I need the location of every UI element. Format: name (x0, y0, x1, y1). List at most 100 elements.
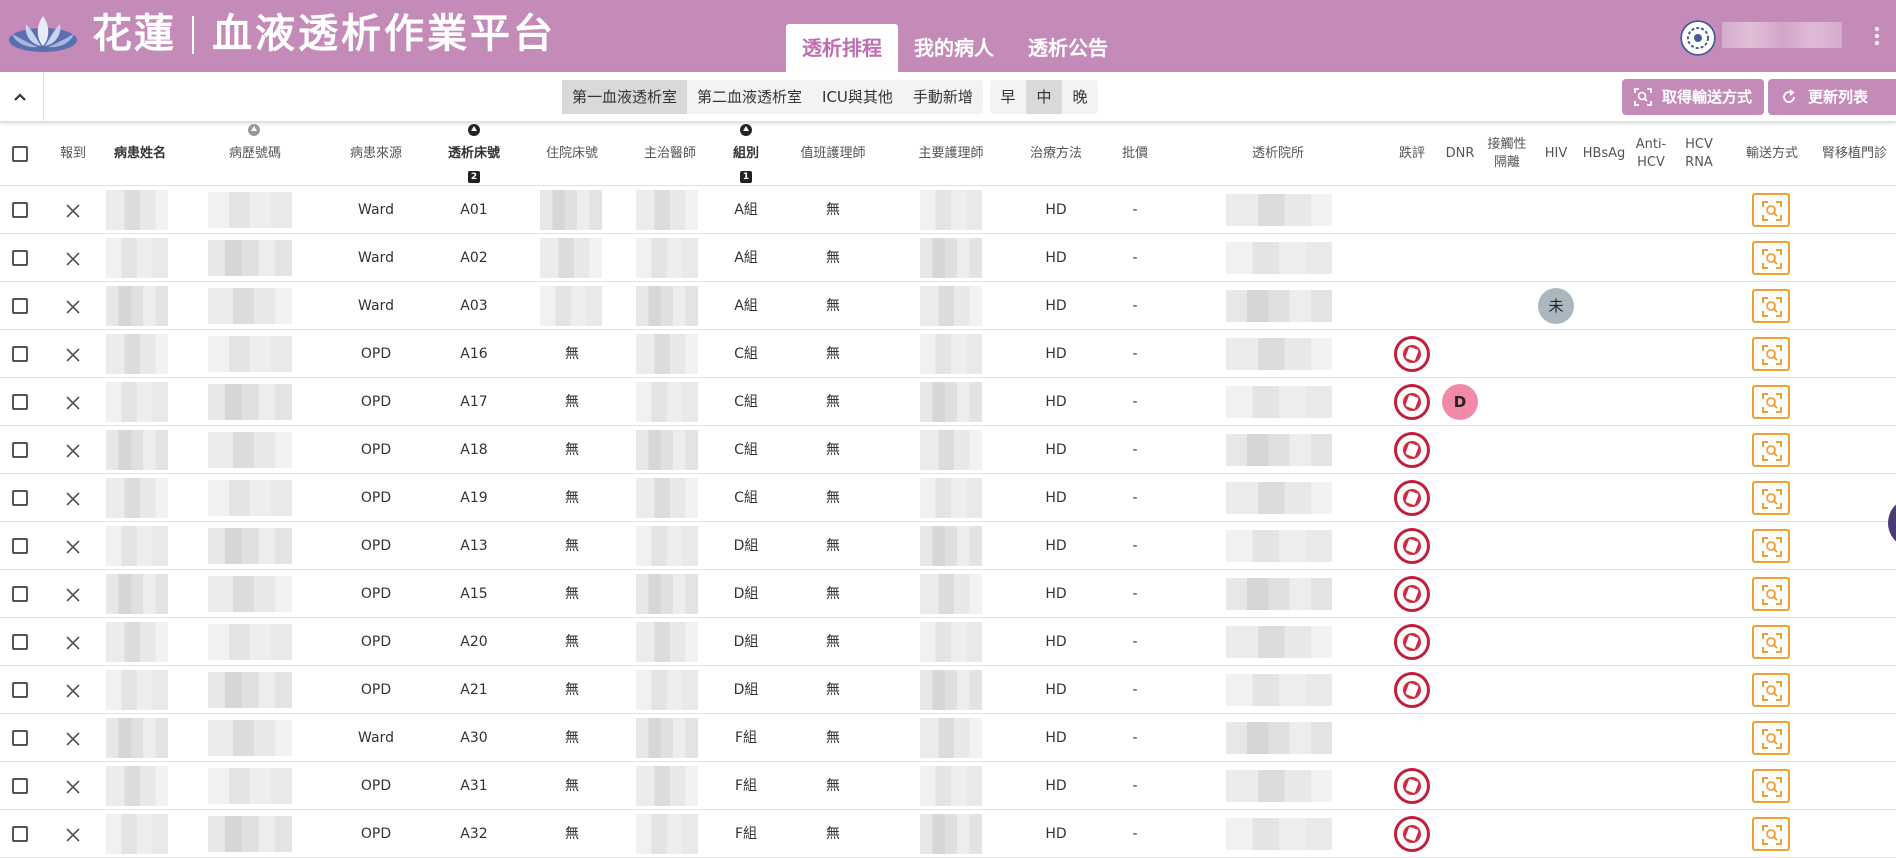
row-checkbox[interactable] (12, 250, 28, 266)
room-second-dialysis[interactable]: 第二血液透析室 (687, 80, 812, 114)
col-isolation[interactable]: 接觸性隔離 (1486, 122, 1528, 186)
transport-lookup-button[interactable] (1752, 385, 1790, 419)
col-fall[interactable]: 跌評 (1392, 122, 1432, 186)
billing-cell: - (1132, 394, 1138, 410)
report-toggle[interactable] (64, 538, 82, 556)
row-checkbox[interactable] (12, 634, 28, 650)
report-toggle[interactable] (64, 442, 82, 460)
shift-morning[interactable]: 早 (990, 80, 1026, 114)
report-toggle[interactable] (64, 826, 82, 844)
select-all-checkbox[interactable] (12, 146, 28, 162)
transport-lookup-button[interactable] (1752, 625, 1790, 659)
user-avatar[interactable] (1680, 20, 1716, 56)
col-hiv[interactable]: HIV (1536, 122, 1576, 186)
ward-bed-blurred (540, 238, 602, 278)
col-dnr[interactable]: DNR (1440, 122, 1480, 186)
room-manual-add[interactable]: 手動新增 (903, 80, 983, 114)
source-cell: OPD (360, 346, 392, 362)
transport-lookup-button[interactable] (1752, 769, 1790, 803)
report-toggle[interactable] (64, 634, 82, 652)
report-toggle[interactable] (64, 298, 82, 316)
col-hcv-rna[interactable]: HCV RNA (1678, 122, 1720, 186)
chart-no-blurred (208, 336, 292, 372)
billing-cell: - (1132, 538, 1138, 554)
row-checkbox[interactable] (12, 442, 28, 458)
col-source[interactable]: 病患來源 (330, 122, 422, 186)
col-hospital[interactable]: 透析院所 (1228, 122, 1328, 186)
chart-no-blurred (208, 816, 292, 852)
row-checkbox[interactable] (12, 346, 28, 362)
col-patient-name[interactable]: 病患姓名 (100, 122, 180, 186)
tab-my-patients[interactable]: 我的病人 (898, 24, 1010, 72)
col-billing[interactable]: 批價 (1110, 122, 1160, 186)
col-ward-bed[interactable]: 住院床號 (530, 122, 614, 186)
shift-evening[interactable]: 晚 (1062, 80, 1098, 114)
scan-search-icon (1762, 297, 1782, 317)
doctor-blurred (636, 670, 698, 710)
col-treatment[interactable]: 治療方法 (1020, 122, 1092, 186)
primary-nurse-blurred (920, 334, 982, 374)
get-transport-label: 取得輸送方式 (1662, 88, 1753, 106)
tab-announcements[interactable]: 透析公告 (1012, 24, 1124, 72)
row-checkbox[interactable] (12, 298, 28, 314)
billing-cell: - (1132, 730, 1138, 746)
report-toggle[interactable] (64, 250, 82, 268)
row-checkbox[interactable] (12, 202, 28, 218)
billing-cell: - (1132, 442, 1138, 458)
col-transport[interactable]: 輸送方式 (1736, 122, 1808, 186)
row-checkbox[interactable] (12, 778, 28, 794)
tab-dialysis-schedule[interactable]: 透析排程 (786, 24, 898, 72)
billing-cell: - (1132, 490, 1138, 506)
source-cell: OPD (360, 586, 392, 602)
row-checkbox[interactable] (12, 826, 28, 842)
col-primary-nurse[interactable]: 主要護理師 (906, 122, 996, 186)
fall-risk-icon (1394, 624, 1430, 660)
report-toggle[interactable] (64, 490, 82, 508)
report-toggle[interactable] (64, 202, 82, 220)
shift-afternoon[interactable]: 中 (1026, 80, 1062, 114)
room-icu-other[interactable]: ICU與其他 (812, 80, 903, 114)
col-report[interactable]: 報到 (48, 122, 98, 186)
transport-lookup-button[interactable] (1752, 193, 1790, 227)
col-duty-nurse[interactable]: 值班護理師 (788, 122, 878, 186)
report-toggle[interactable] (64, 682, 82, 700)
refresh-list-button[interactable]: 更新列表 (1768, 79, 1896, 115)
close-icon (66, 732, 80, 746)
transport-lookup-button[interactable] (1752, 817, 1790, 851)
transport-lookup-button[interactable] (1752, 289, 1790, 323)
transport-lookup-button[interactable] (1752, 721, 1790, 755)
col-hbsag[interactable]: HBsAg (1583, 122, 1626, 186)
bed-cell: A19 (460, 490, 488, 506)
close-icon (66, 396, 80, 410)
transport-lookup-button[interactable] (1752, 433, 1790, 467)
group-cell: C組 (734, 442, 758, 458)
collapse-button[interactable] (0, 72, 44, 122)
transport-lookup-button[interactable] (1752, 529, 1790, 563)
col-transplant[interactable]: 腎移植門診 (1822, 122, 1896, 186)
col-chart-no[interactable]: 病歷號碼 (210, 122, 300, 186)
transport-lookup-button[interactable] (1752, 577, 1790, 611)
col-anti-hcv[interactable]: Anti-HCV (1630, 122, 1672, 186)
row-checkbox[interactable] (12, 538, 28, 554)
duty-nurse-cell: 無 (826, 778, 840, 794)
patient-name-blurred (106, 670, 168, 710)
row-checkbox[interactable] (12, 490, 28, 506)
transport-lookup-button[interactable] (1752, 337, 1790, 371)
row-checkbox[interactable] (12, 682, 28, 698)
more-vert-icon[interactable] (1872, 24, 1882, 52)
row-checkbox[interactable] (12, 586, 28, 602)
room-first-dialysis[interactable]: 第一血液透析室 (562, 80, 688, 114)
report-toggle[interactable] (64, 394, 82, 412)
get-transport-button[interactable]: 取得輸送方式 (1622, 79, 1764, 115)
report-toggle[interactable] (64, 730, 82, 748)
source-cell: Ward (358, 250, 394, 266)
report-toggle[interactable] (64, 346, 82, 364)
transport-lookup-button[interactable] (1752, 673, 1790, 707)
transport-lookup-button[interactable] (1752, 241, 1790, 275)
col-doctor[interactable]: 主治醫師 (628, 122, 712, 186)
report-toggle[interactable] (64, 778, 82, 796)
row-checkbox[interactable] (12, 730, 28, 746)
report-toggle[interactable] (64, 586, 82, 604)
transport-lookup-button[interactable] (1752, 481, 1790, 515)
row-checkbox[interactable] (12, 394, 28, 410)
